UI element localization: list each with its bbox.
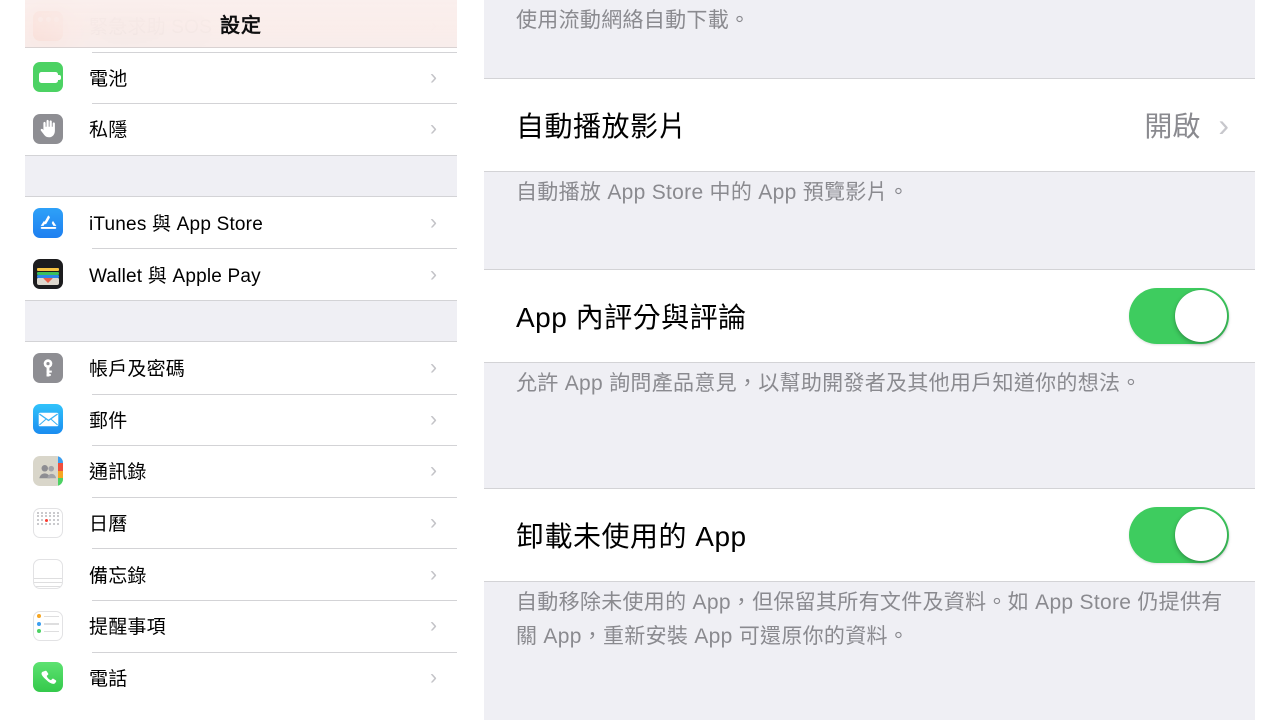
row-in-app-ratings-reviews[interactable]: App 內評分與評論 [484,270,1255,362]
section-footer-video-autoplay: 自動播放 App Store 中的 App 預覽影片。 [484,172,1255,269]
app-store-icon [33,207,63,238]
sidebar-item-label: 電話 [89,668,128,690]
row-accessory[interactable] [1129,288,1255,344]
notes-icon [33,559,63,590]
row-label: App 內評分與評論 [516,302,747,333]
chevron-right-icon: › [430,459,437,483]
sidebar-item-reminders[interactable]: 提醒事項 › [25,599,457,652]
chevron-right-icon: › [430,614,437,638]
reminders-icon [33,610,63,641]
row-video-autoplay[interactable]: 自動播放影片 開啟 › [484,79,1255,171]
mail-icon [33,404,63,435]
privacy-hand-icon [33,113,63,144]
sidebar-item-label: Wallet 與 Apple Pay [89,265,261,287]
contacts-icon [33,455,63,486]
chevron-right-icon: › [430,262,437,286]
sidebar-item-label: 日曆 [89,514,128,536]
sidebar-item-accounts-passwords[interactable]: 帳户及密碼 › [25,341,457,394]
key-icon [33,352,63,383]
sidebar-item-mail[interactable]: 郵件 › [25,393,457,446]
row-label: 自動播放影片 [516,111,688,142]
sidebar-item-label: 提醒事項 [89,617,166,639]
toggle-knob [1175,290,1227,342]
page-title: 設定 [220,15,262,37]
section-footer-offload-unused-apps: 自動移除未使用的 App，但保留其所有文件及資料。如 App Store 仍提供… [484,582,1255,720]
settings-split-view: 緊急求助 SOS › 電池 › 私隱 › [0,0,1280,720]
chevron-right-icon: › [430,117,437,141]
section-footer-in-app-ratings: 允許 App 詢問產品意見，以幫助開發者及其他用戶知道你的想法。 [484,363,1255,488]
sidebar-item-itunes-app-store[interactable]: iTunes 與 App Store › [25,196,457,249]
chevron-right-icon: › [430,356,437,380]
sidebar-item-wallet-apple-pay[interactable]: Wallet 與 Apple Pay › [25,248,457,300]
chevron-right-icon: › [430,407,437,431]
toggle-in-app-ratings-reviews[interactable] [1129,288,1229,344]
settings-sidebar[interactable]: 緊急求助 SOS › 電池 › 私隱 › [25,0,457,720]
sidebar-item-battery[interactable]: 電池 › [25,51,457,104]
sidebar-item-contacts[interactable]: 通訊錄 › [25,445,457,497]
sidebar-item-label: 私隱 [89,120,128,142]
sidebar-item-label: iTunes 與 App Store [89,214,263,236]
row-label: 卸載未使用的 App [516,521,747,552]
battery-icon [33,62,63,93]
row-accessory[interactable] [1129,507,1255,563]
sidebar-group-separator [25,299,457,342]
sidebar-item-label: 通訊錄 [89,462,147,484]
chevron-right-icon: › [430,211,437,235]
detail-panel[interactable]: 使用流動網絡自動下載。 自動播放影片 開啟 › 自動播放 App Store 中… [484,0,1255,720]
section-footer-auto-download: 使用流動網絡自動下載。 [484,0,1255,78]
row-value: 開啟 [1144,111,1201,142]
sidebar-item-privacy[interactable]: 私隱 › [25,103,457,155]
sidebar-item-label: 電池 [89,68,128,90]
sidebar-item-label: 郵件 [89,410,128,432]
sidebar-item-calendar[interactable]: 日曆 › [25,496,457,549]
sidebar-item-label: 帳户及密碼 [89,359,186,381]
chevron-right-icon: › [430,562,437,586]
chevron-right-icon: › [1218,107,1229,143]
section-footer-text: 使用流動網絡自動下載。 [516,9,751,32]
wallet-icon [33,259,63,290]
chevron-right-icon: › [430,511,437,535]
sidebar-item-phone[interactable]: 電話 › [25,651,457,704]
chevron-right-icon: › [430,65,437,89]
section-footer-text: 自動移除未使用的 App，但保留其所有文件及資料。如 App Store 仍提供… [516,591,1223,648]
toggle-offload-unused-apps[interactable] [1129,507,1229,563]
row-accessory[interactable]: 開啟 › [1144,105,1255,145]
calendar-icon [33,507,63,538]
section-footer-text: 自動播放 App Store 中的 App 預覽影片。 [516,181,910,204]
chevron-right-icon: › [430,665,437,689]
toggle-knob [1175,509,1227,561]
sidebar-item-label: 備忘錄 [89,565,147,587]
sidebar-group-separator [25,154,457,197]
row-offload-unused-apps[interactable]: 卸載未使用的 App [484,489,1255,581]
sidebar-item-notes[interactable]: 備忘錄 › [25,548,457,600]
sidebar-navigation-bar: 設定 [25,0,457,48]
phone-icon [33,662,63,693]
section-footer-text: 允許 App 詢問產品意見，以幫助開發者及其他用戶知道你的想法。 [516,372,1142,395]
